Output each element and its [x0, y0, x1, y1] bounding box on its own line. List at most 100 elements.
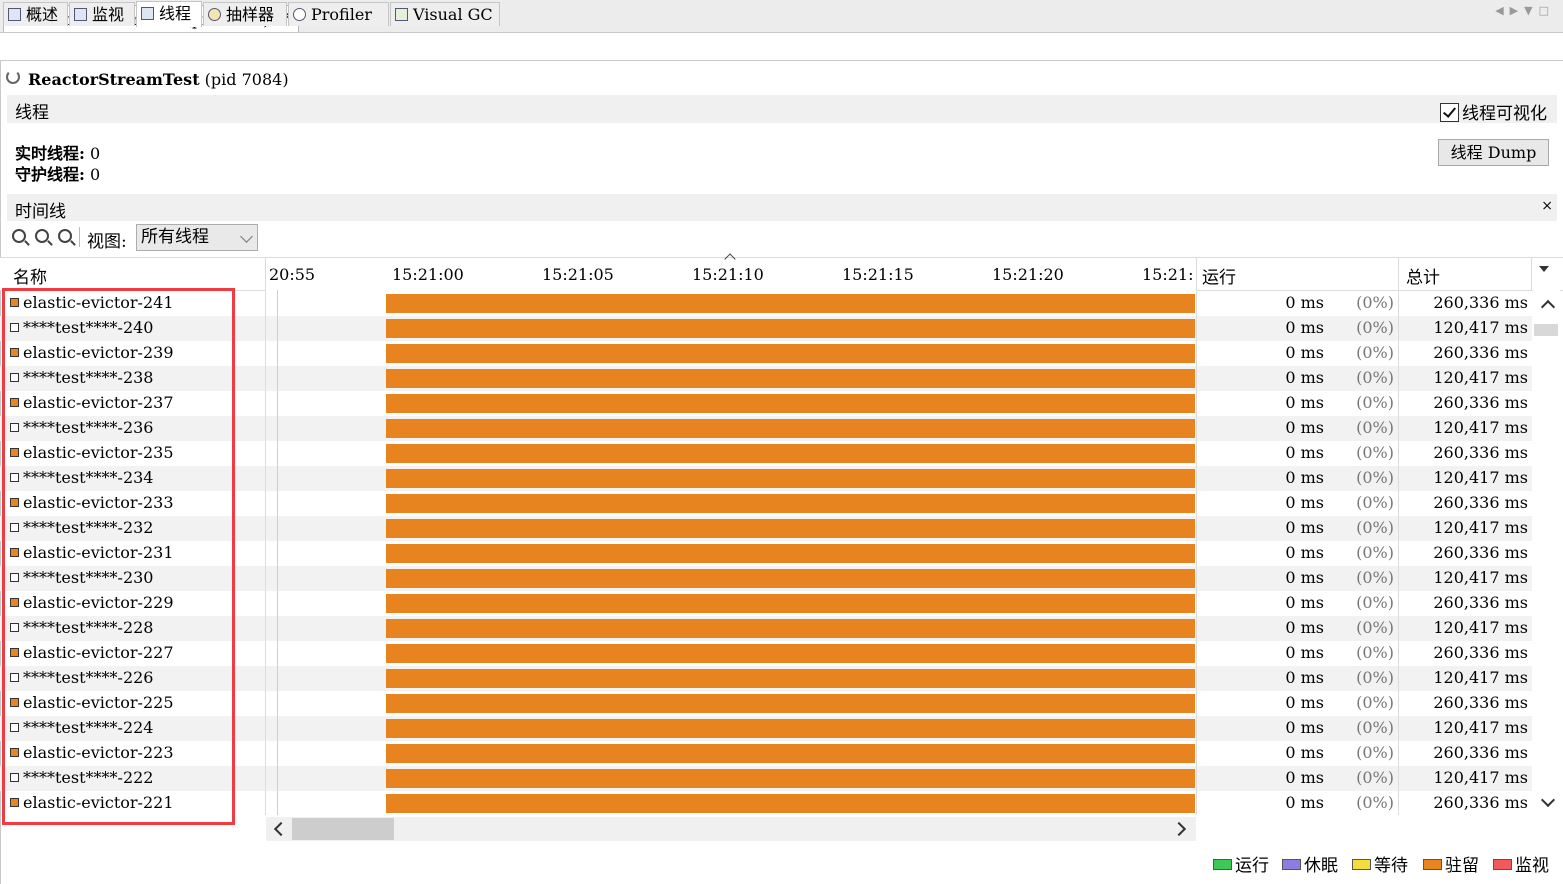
thread-total-time: 120,417 ms — [1433, 518, 1528, 537]
thread-running-time: 0 ms — [1285, 718, 1324, 737]
thread-timeline-bar — [386, 569, 1195, 588]
column-divider[interactable] — [1196, 258, 1197, 290]
legend-parked: 驻留 — [1423, 851, 1479, 876]
chevron-down-icon — [240, 230, 253, 243]
visual-gc-icon — [395, 8, 408, 21]
column-name[interactable]: 名称 — [13, 263, 47, 288]
column-running[interactable]: 运行 — [1202, 263, 1236, 288]
time-tick: 15:21:00 — [392, 265, 464, 284]
thread-timeline-bar — [386, 519, 1195, 538]
thread-timeline-bar — [386, 469, 1195, 488]
tab-visual-gc[interactable]: Visual GC — [390, 2, 500, 26]
tab-scroll-controls[interactable]: ◀▶▼□ — [1495, 4, 1555, 17]
thread-total-time: 120,417 ms — [1433, 318, 1528, 337]
thread-total-time: 120,417 ms — [1433, 668, 1528, 687]
thread-total-time: 260,336 ms — [1433, 293, 1528, 312]
tab-overview[interactable]: 概述 — [3, 2, 68, 26]
thread-running-time: 0 ms — [1285, 293, 1324, 312]
column-total[interactable]: 总计 — [1406, 263, 1440, 288]
scroll-left-icon[interactable] — [273, 821, 289, 837]
clock-icon — [293, 8, 306, 21]
threads-icon — [141, 7, 154, 20]
daemon-threads-value: 0 — [90, 165, 101, 184]
thread-timeline-bar — [386, 719, 1195, 738]
tab-monitor[interactable]: 监视 — [69, 2, 135, 26]
tab-sampler-label: 抽样器 — [226, 5, 275, 24]
thread-running-percent: (0%) — [1356, 693, 1394, 712]
thread-visualization-checkbox[interactable]: 线程可视化 — [1440, 99, 1547, 124]
thread-running-percent: (0%) — [1356, 418, 1394, 437]
column-divider[interactable] — [1398, 258, 1399, 290]
time-tick: 15:21:20 — [992, 265, 1064, 284]
vertical-scrollbar[interactable] — [1533, 290, 1560, 815]
column-divider[interactable] — [265, 258, 266, 290]
zoom-in-icon[interactable] — [12, 229, 26, 243]
thread-timeline-bar — [386, 319, 1195, 338]
thread-running-time: 0 ms — [1285, 468, 1324, 487]
view-select[interactable]: 所有线程 — [136, 224, 258, 251]
scroll-right-icon[interactable] — [1171, 821, 1187, 837]
horizontal-scroll-thumb[interactable] — [292, 818, 394, 840]
thread-timeline-bar — [386, 394, 1195, 413]
column-divider[interactable] — [1531, 258, 1532, 290]
thread-running-percent: (0%) — [1356, 668, 1394, 687]
view-label: 视图: — [87, 232, 127, 252]
zoom-out-icon[interactable] — [35, 229, 49, 243]
overview-icon — [8, 8, 21, 21]
legend-swatch — [1213, 859, 1232, 870]
thread-dump-button[interactable]: 线程 Dump — [1438, 139, 1549, 166]
tab-sampler[interactable]: 抽样器 — [203, 2, 287, 26]
thread-timeline-bar — [386, 619, 1195, 638]
toolbar-separator — [79, 227, 80, 247]
table-header — [0, 257, 1563, 291]
time-tick: 20:55 — [269, 265, 316, 284]
thread-running-time: 0 ms — [1285, 393, 1324, 412]
legend-label: 休眠 — [1304, 856, 1338, 876]
legend-swatch — [1282, 859, 1301, 870]
process-title: ReactorStreamTest (pid 7084) — [28, 70, 289, 89]
time-tick: 15:21: — [1142, 265, 1194, 284]
thread-running-percent: (0%) — [1356, 743, 1394, 762]
thread-running-time: 0 ms — [1285, 593, 1324, 612]
thread-total-time: 260,336 ms — [1433, 693, 1528, 712]
sort-descending-icon[interactable] — [1539, 266, 1549, 272]
thread-running-time: 0 ms — [1285, 618, 1324, 637]
thread-total-time: 120,417 ms — [1433, 418, 1528, 437]
thread-running-percent: (0%) — [1356, 343, 1394, 362]
scroll-up-icon[interactable] — [1540, 299, 1556, 315]
thread-running-time: 0 ms — [1285, 318, 1324, 337]
tab-visual-gc-label: Visual GC — [413, 5, 493, 24]
close-timeline-icon[interactable]: × — [1541, 198, 1553, 214]
thread-running-percent: (0%) — [1356, 718, 1394, 737]
tab-threads[interactable]: 线程 — [136, 1, 202, 27]
time-tick: 15:21:10 — [692, 265, 764, 284]
column-divider — [265, 290, 266, 815]
thread-running-time: 0 ms — [1285, 768, 1324, 787]
thread-total-time: 260,336 ms — [1433, 743, 1528, 762]
timeline-section-header: 时间线 × — [7, 194, 1557, 222]
thread-timeline-bar — [386, 594, 1195, 613]
thread-total-time: 120,417 ms — [1433, 568, 1528, 587]
thread-running-time: 0 ms — [1285, 493, 1324, 512]
thread-running-time: 0 ms — [1285, 643, 1324, 662]
threads-section-header: 线程 线程可视化 — [7, 95, 1557, 124]
tab-profiler[interactable]: Profiler — [288, 2, 389, 26]
thread-total-time: 260,336 ms — [1433, 543, 1528, 562]
horizontal-scrollbar[interactable] — [266, 817, 1196, 841]
sampler-icon — [208, 8, 221, 21]
thread-timeline-bar — [386, 369, 1195, 388]
checkbox-checked-icon[interactable] — [1440, 103, 1459, 122]
thread-total-time: 260,336 ms — [1433, 393, 1528, 412]
thread-running-percent: (0%) — [1356, 543, 1394, 562]
thread-running-percent: (0%) — [1356, 768, 1394, 787]
thread-running-time: 0 ms — [1285, 443, 1324, 462]
time-tick: 15:21:05 — [542, 265, 614, 284]
thread-running-time: 0 ms — [1285, 793, 1324, 812]
scroll-down-icon[interactable] — [1540, 792, 1556, 808]
legend-label: 等待 — [1374, 856, 1408, 876]
vertical-scroll-thumb[interactable] — [1534, 324, 1558, 336]
zoom-fit-icon[interactable] — [58, 229, 72, 243]
thread-running-percent: (0%) — [1356, 443, 1394, 462]
thread-running-time: 0 ms — [1285, 418, 1324, 437]
legend-label: 监视 — [1515, 856, 1549, 876]
